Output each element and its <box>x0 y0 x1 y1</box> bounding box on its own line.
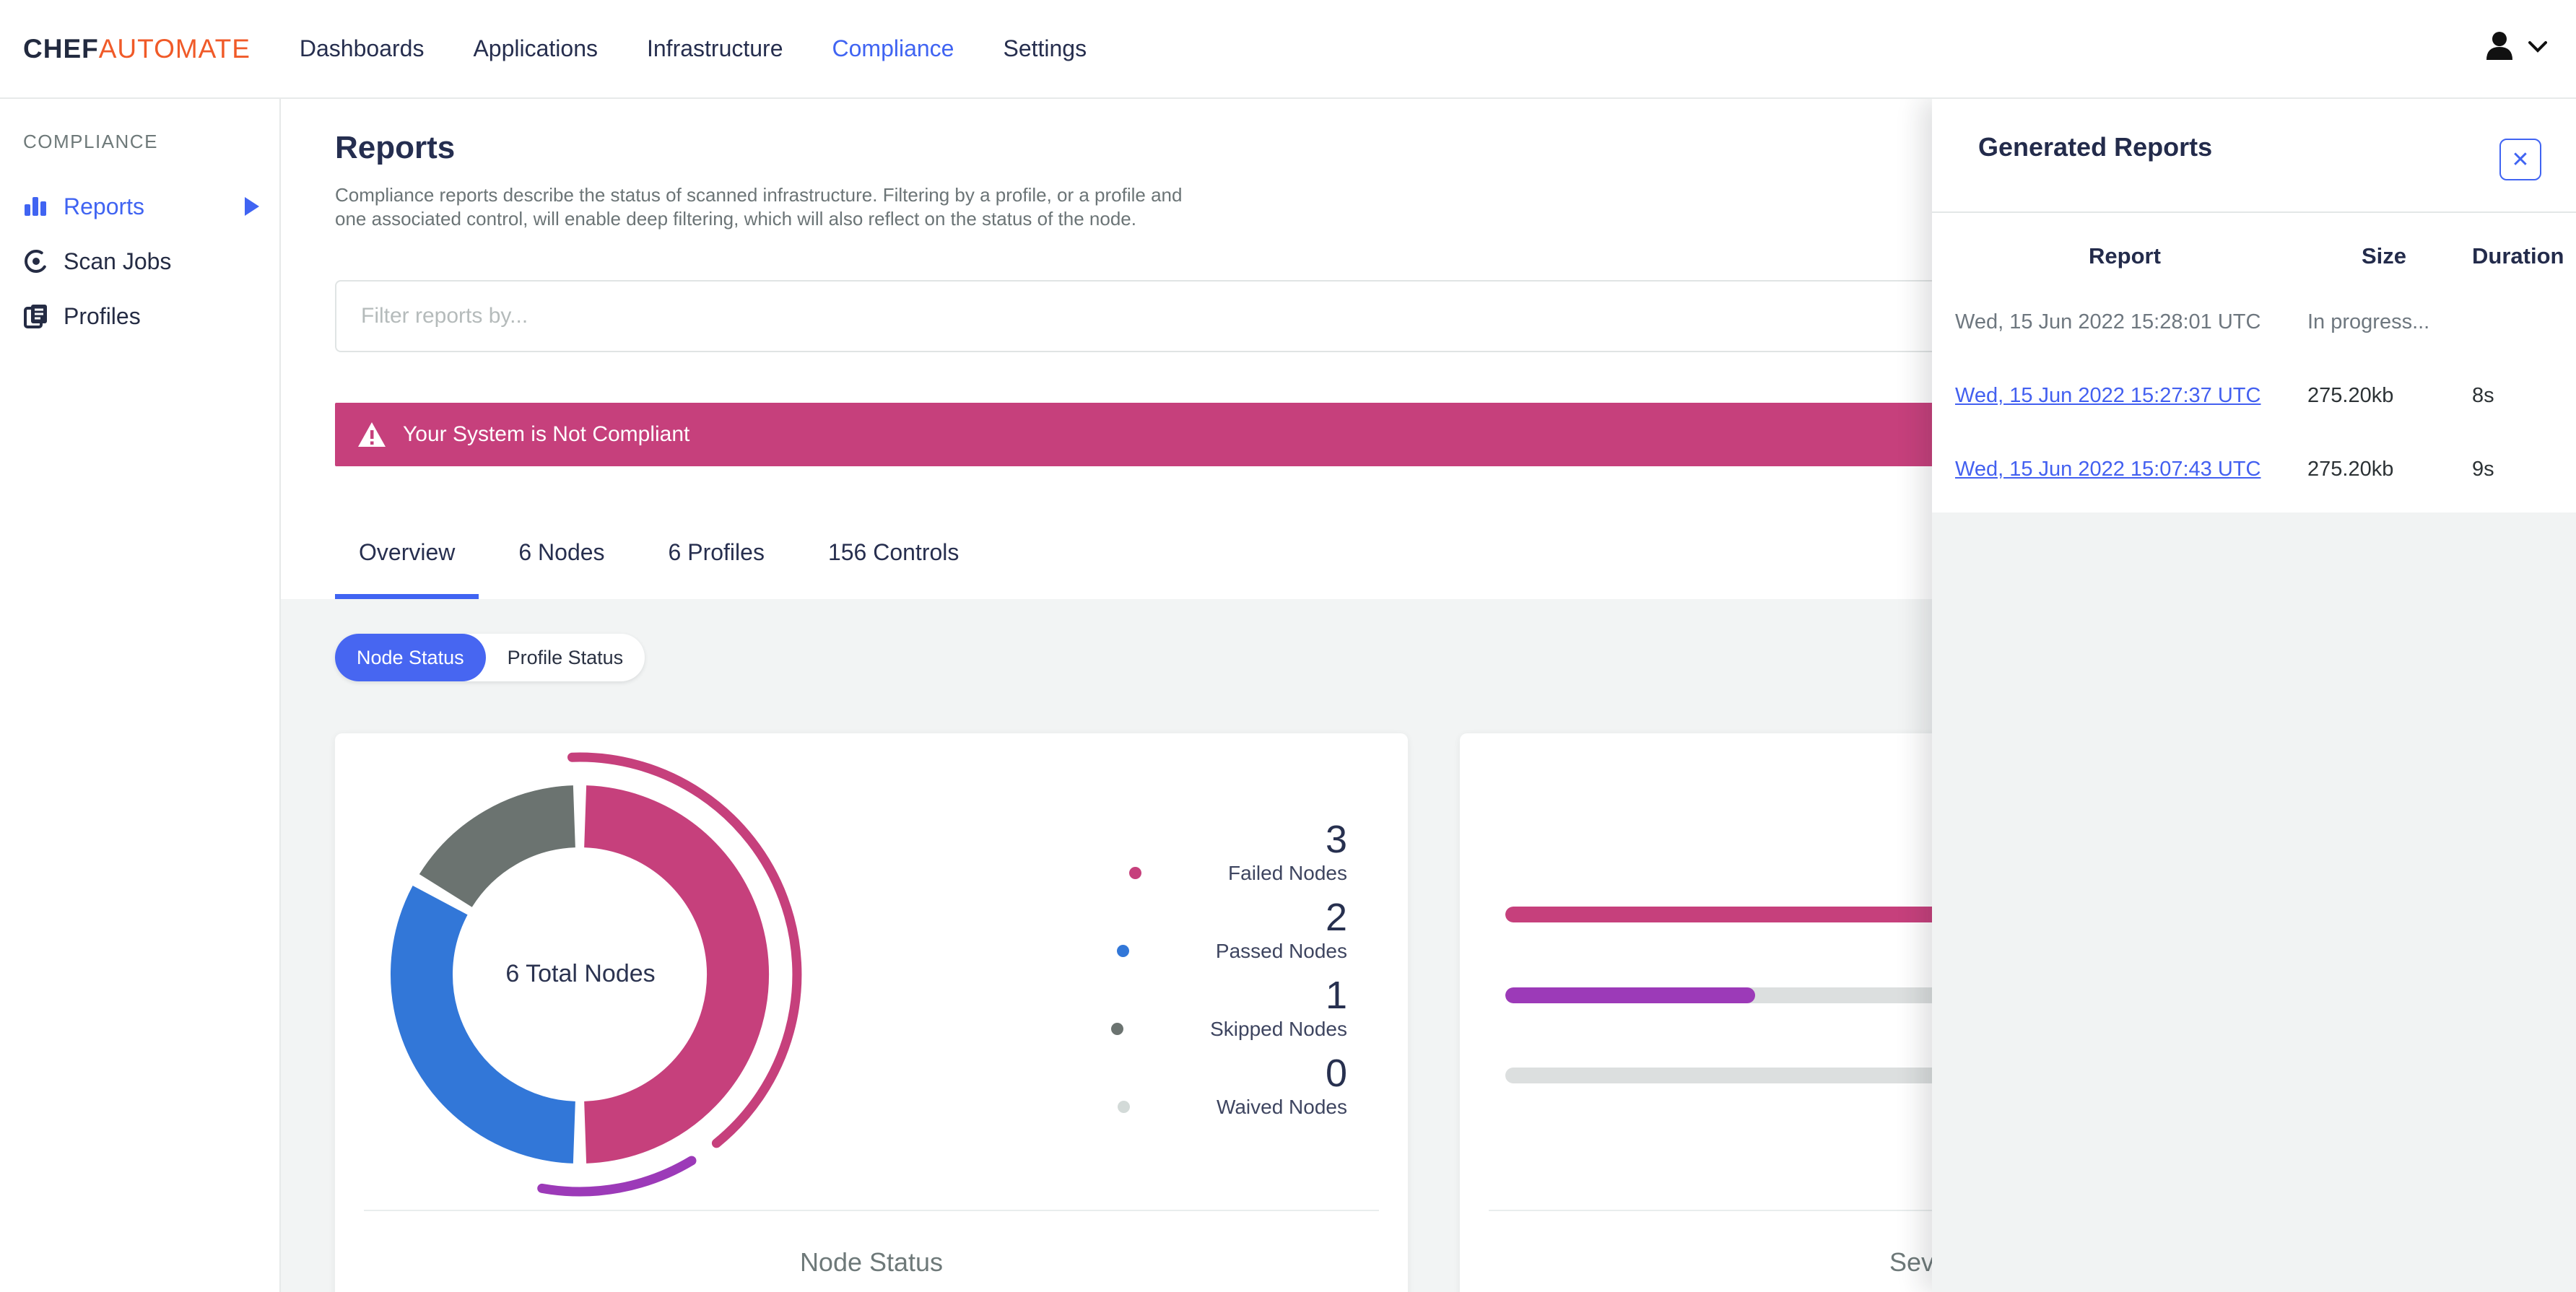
generated-reports-table: Report Size Duration Wed, 15 Jun 2022 15… <box>1932 227 2576 506</box>
app-root: CHEFAUTOMATE Dashboards Applications Inf… <box>0 0 2576 1292</box>
user-menu[interactable] <box>2481 0 2547 97</box>
donut-outer-arc-major <box>537 1156 697 1197</box>
donut-passed-segment <box>391 886 576 1164</box>
legend-failed-label: Failed Nodes <box>1228 862 1347 884</box>
node-status-caption: Node Status <box>799 1247 944 1277</box>
sidebar-item-label: Profiles <box>64 302 141 329</box>
report-duration: 8s <box>2472 383 2494 407</box>
sidebar-item-reports[interactable]: Reports <box>0 179 279 234</box>
warning-icon <box>358 422 386 447</box>
report-size: In progress... <box>2307 310 2430 333</box>
column-header-size: Size <box>2361 243 2407 269</box>
close-icon[interactable]: ✕ <box>2499 139 2541 180</box>
legend-passed-value: 2 <box>1325 896 1347 939</box>
tab-controls[interactable]: 156 Controls <box>804 505 983 599</box>
passed-dot-icon <box>1116 944 1129 957</box>
nav-item-compliance[interactable]: Compliance <box>832 35 954 62</box>
tab-nodes[interactable]: 6 Nodes <box>495 505 628 599</box>
nav-item-infrastructure[interactable]: Infrastructure <box>647 35 783 62</box>
report-size: 275.20kb <box>2307 457 2394 481</box>
chef-automate-logo[interactable]: CHEFAUTOMATE <box>23 34 251 64</box>
nav-links: Dashboards Applications Infrastructure C… <box>300 35 1087 62</box>
user-icon <box>2481 28 2518 69</box>
tab-overview[interactable]: Overview <box>335 505 479 599</box>
top-navbar: CHEFAUTOMATE Dashboards Applications Inf… <box>0 0 2576 99</box>
report-size: 275.20kb <box>2307 383 2394 407</box>
sidebar-section-label: COMPLIANCE <box>23 131 158 152</box>
logo-chef: CHEF <box>23 33 99 64</box>
sidebar-item-scan-jobs[interactable]: Scan Jobs <box>0 234 279 289</box>
node-status-legend: 3 Failed Nodes 2 Passed Nodes 1 Skipped … <box>1111 819 1347 1119</box>
toggle-profile-status[interactable]: Profile Status <box>486 634 645 681</box>
panel-title: Generated Reports <box>1978 132 2213 162</box>
legend-waived-value: 0 <box>1325 1052 1347 1095</box>
waived-dot-icon <box>1117 1100 1130 1113</box>
card-divider <box>364 1210 1379 1211</box>
expand-arrow-icon[interactable] <box>245 197 259 216</box>
logo-automate: AUTOMATE <box>98 33 251 64</box>
column-header-duration: Duration <box>2472 243 2564 269</box>
sidebar-item-label: Reports <box>64 193 145 219</box>
legend-failed-value: 3 <box>1325 818 1347 861</box>
page-description-line1: Compliance reports describe the status o… <box>335 184 1183 206</box>
node-status-card: 6 Total Nodes 3 Failed Nodes 2 Passed No… <box>335 733 1408 1292</box>
failed-dot-icon <box>1129 866 1142 879</box>
compliance-sidebar: COMPLIANCE Reports Scan Jobs Profiles <box>0 99 281 1292</box>
page-description: Compliance reports describe the status o… <box>335 183 1223 231</box>
donut-center-label: 6 Total Nodes <box>505 960 656 987</box>
column-header-report: Report <box>2089 243 2161 269</box>
table-row: Wed, 15 Jun 2022 15:27:37 UTC 275.20kb 8… <box>1932 359 2576 432</box>
sidebar-item-profiles[interactable]: Profiles <box>0 289 279 344</box>
panel-divider <box>1932 211 2576 213</box>
legend-waived-label: Waived Nodes <box>1216 1096 1347 1118</box>
donut-skipped-segment <box>419 785 576 908</box>
legend-failed[interactable]: 3 Failed Nodes <box>1129 819 1347 885</box>
page-title: Reports <box>335 130 456 165</box>
tab-profiles[interactable]: 6 Profiles <box>645 505 788 599</box>
legend-skipped-value: 1 <box>1325 974 1347 1017</box>
nav-item-settings[interactable]: Settings <box>1003 35 1087 62</box>
table-row: Wed, 15 Jun 2022 15:07:43 UTC 275.20kb 9… <box>1932 432 2576 506</box>
chevron-down-icon <box>2528 41 2547 56</box>
table-row: Wed, 15 Jun 2022 15:28:01 UTC In progres… <box>1932 285 2576 359</box>
report-duration: 9s <box>2472 457 2494 481</box>
legend-passed[interactable]: 2 Passed Nodes <box>1116 896 1347 963</box>
nav-item-applications[interactable]: Applications <box>473 35 598 62</box>
status-toggle: Node Status Profile Status <box>335 634 645 681</box>
report-tabs: Overview 6 Nodes 6 Profiles 156 Controls <box>335 505 998 599</box>
radar-icon <box>22 247 53 276</box>
alert-text: Your System is Not Compliant <box>403 422 690 446</box>
skipped-dot-icon <box>1111 1022 1124 1035</box>
report-date: Wed, 15 Jun 2022 15:28:01 UTC <box>1955 310 2261 333</box>
nav-item-dashboards[interactable]: Dashboards <box>300 35 425 62</box>
legend-passed-label: Passed Nodes <box>1215 940 1347 962</box>
legend-skipped-label: Skipped Nodes <box>1210 1018 1347 1040</box>
report-download-link[interactable]: Wed, 15 Jun 2022 15:27:37 UTC <box>1955 384 2260 407</box>
report-download-link[interactable]: Wed, 15 Jun 2022 15:07:43 UTC <box>1955 458 2260 481</box>
legend-waived[interactable]: 0 Waived Nodes <box>1117 1052 1347 1119</box>
legend-skipped[interactable]: 1 Skipped Nodes <box>1111 974 1347 1041</box>
toggle-node-status[interactable]: Node Status <box>335 634 486 681</box>
bar-chart-icon <box>22 193 53 220</box>
sidebar-item-label: Scan Jobs <box>64 248 172 274</box>
page-description-line2: one associated control, will enable deep… <box>335 208 1136 230</box>
documents-icon <box>22 302 53 331</box>
table-header-row: Report Size Duration <box>1932 227 2576 285</box>
generated-reports-panel: Generated Reports ✕ Report Size Duration… <box>1932 99 2576 1292</box>
